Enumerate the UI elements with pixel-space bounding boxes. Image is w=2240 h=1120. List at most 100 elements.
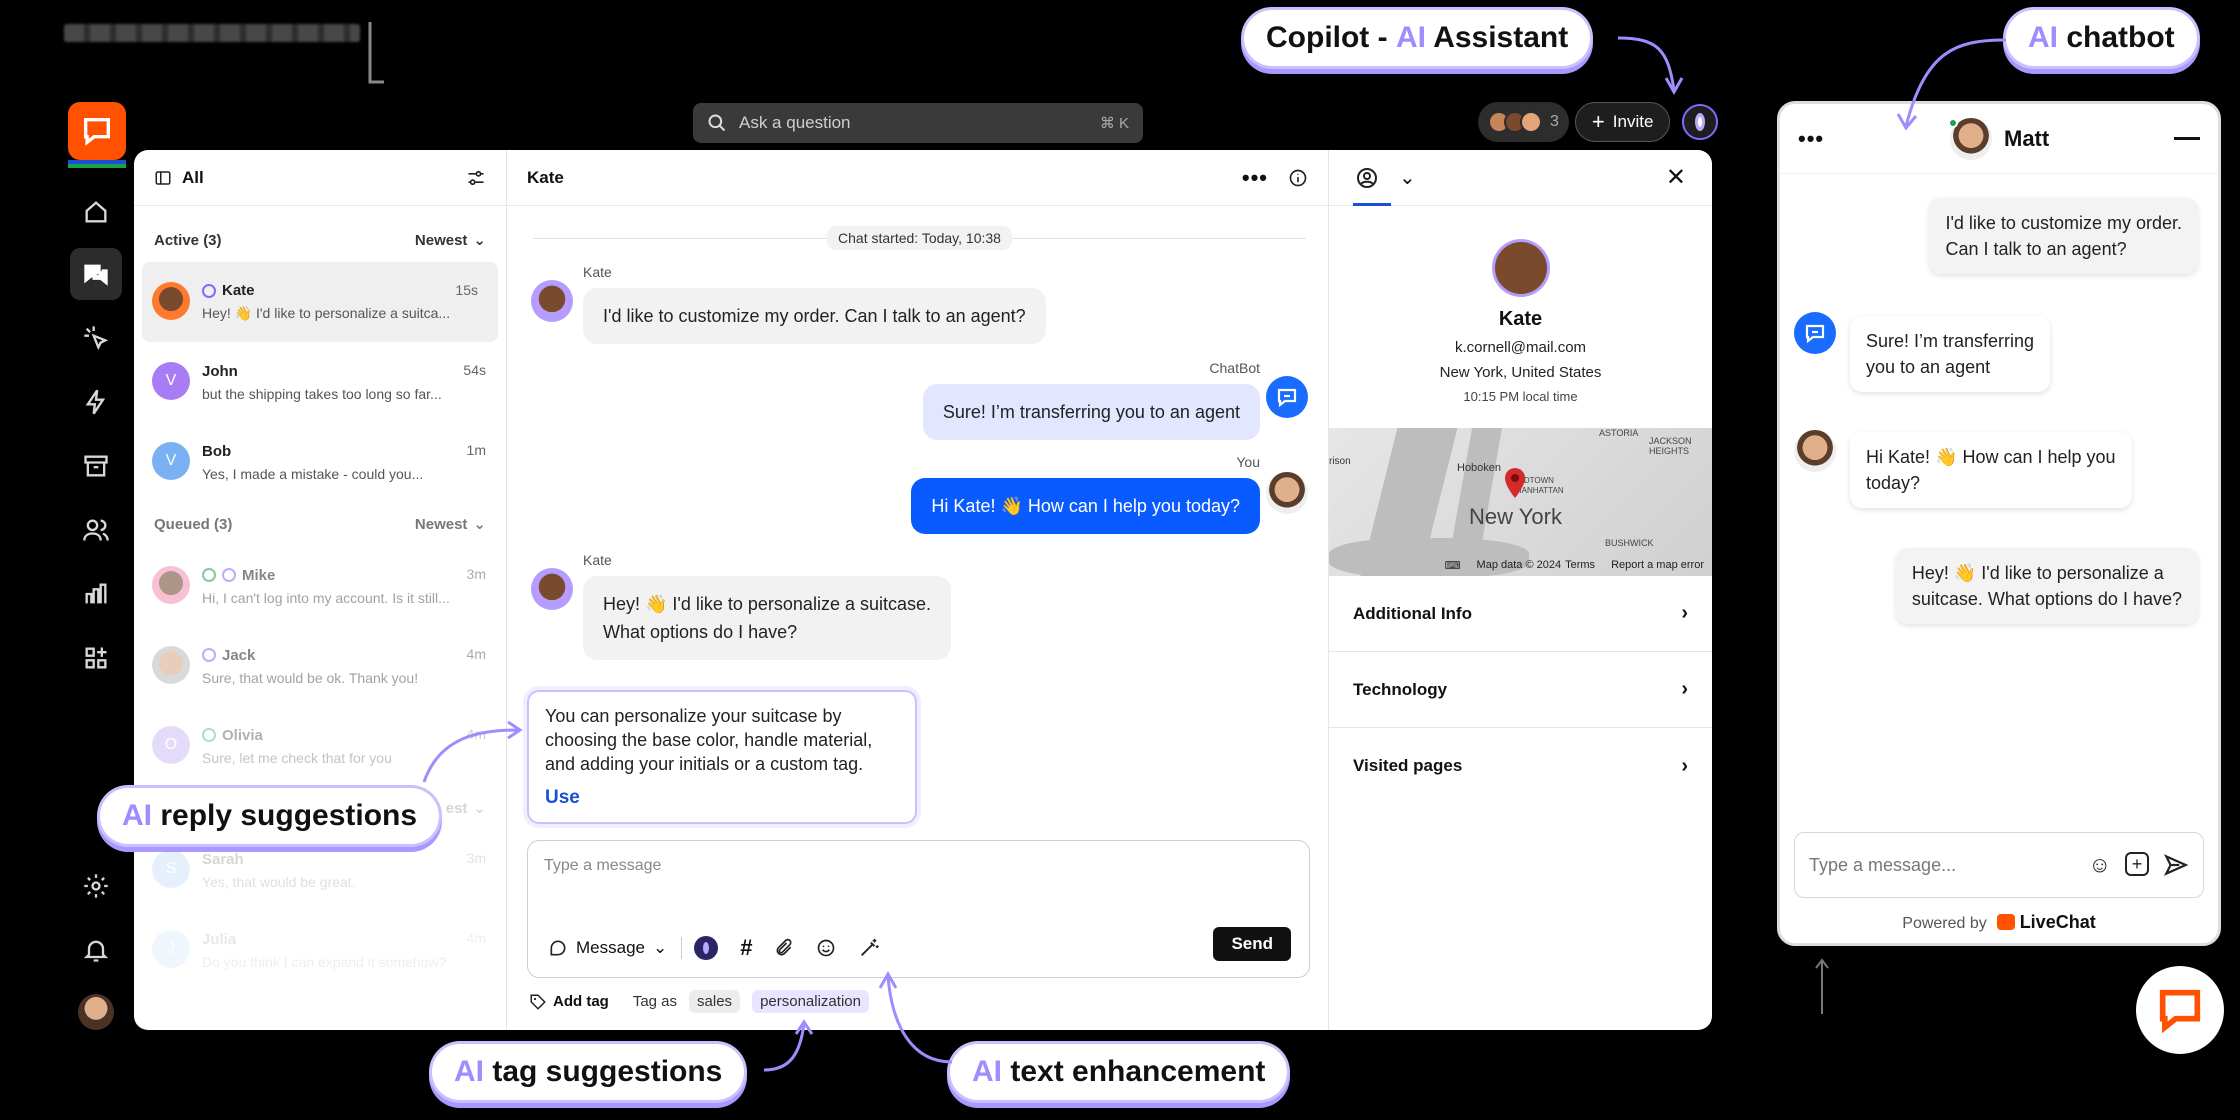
- message-composer[interactable]: Type a message Message ⌄ # Send: [527, 840, 1310, 978]
- send-icon[interactable]: [2163, 852, 2189, 878]
- ai-reply-suggestion[interactable]: You can personalize your suitcase by cho…: [527, 690, 917, 824]
- chevron-down-icon: ⌄: [473, 232, 486, 249]
- chat-item-time: 4m: [466, 726, 486, 742]
- agent-avatar-3: [1520, 111, 1542, 133]
- livechat-launcher-button[interactable]: [2136, 966, 2224, 1054]
- close-icon[interactable]: ✕: [1666, 163, 1686, 192]
- widget-message-input[interactable]: Type a message... ☺ +: [1794, 832, 2204, 898]
- active-section-header: Active (3) Newest ⌄: [134, 218, 506, 262]
- chat-item-kate[interactable]: Kate 15s Hey! 👋 I'd like to personalize …: [142, 262, 498, 342]
- callout-text-enhancement: AI text enhancement: [950, 1044, 1288, 1100]
- callout-tag-suggestions: AI tag suggestions: [432, 1044, 745, 1100]
- add-tag-button[interactable]: Add tag: [529, 993, 609, 1011]
- lightning-icon[interactable]: [70, 376, 122, 428]
- filter-icon[interactable]: [466, 168, 486, 188]
- map-city-label: New York: [1469, 504, 1562, 529]
- chat-item-olivia[interactable]: O Olivia 4m Sure, let me check that for …: [134, 706, 506, 786]
- tag-chip-personalization[interactable]: personalization: [752, 990, 869, 1013]
- invite-label: Invite: [1612, 112, 1654, 131]
- map-report-link[interactable]: Report a map error: [1611, 559, 1704, 572]
- corner-connector: [368, 22, 384, 84]
- location-map[interactable]: rison Hoboken MIDTOWN MANHATTAN ASTORIA …: [1329, 428, 1712, 576]
- chats-icon[interactable]: [70, 248, 122, 300]
- bell-icon[interactable]: [70, 924, 122, 976]
- chat-item-name: Kate: [202, 282, 478, 299]
- accordion-technology[interactable]: Technology ›: [1329, 652, 1712, 728]
- agents-group[interactable]: 3: [1478, 102, 1569, 142]
- map-terms-link[interactable]: Terms: [1565, 559, 1595, 572]
- chat-item-preview: Yes, I made a mistake - could you...: [202, 465, 424, 482]
- chat-item-jack[interactable]: Jack 4m Sure, that would be ok. Thank yo…: [134, 626, 506, 706]
- powered-by-brand[interactable]: LiveChat: [2020, 912, 2096, 932]
- callout-ai: AI: [122, 799, 152, 832]
- message-mode-dropdown[interactable]: Message ⌄: [548, 938, 667, 958]
- message-line: Hey! 👋 I'd like to personalize a: [1911, 563, 2164, 583]
- agent-avatar[interactable]: [70, 986, 122, 1038]
- olivia-avatar: O: [152, 726, 190, 764]
- section-title: Technology: [1353, 679, 1448, 699]
- emoji-icon[interactable]: [816, 938, 836, 958]
- faded-sort: est ⌄: [446, 799, 486, 818]
- msg-author: You: [1236, 454, 1260, 470]
- chevron-down-icon: ⌄: [473, 800, 486, 817]
- add-attachment-icon[interactable]: +: [2125, 852, 2149, 876]
- more-icon[interactable]: •••: [1798, 126, 1824, 152]
- chat-item-time: 3m: [466, 850, 486, 866]
- cursor-click-icon[interactable]: [70, 312, 122, 364]
- top-right-controls: 3 + Invite: [1478, 102, 1719, 142]
- magic-wand-icon[interactable]: [858, 937, 880, 959]
- bot-icon: [1805, 324, 1825, 344]
- olivia-name: Olivia: [222, 726, 263, 744]
- apps-icon[interactable]: [70, 632, 122, 684]
- settings-icon[interactable]: [70, 860, 122, 912]
- message-line: you to an agent: [1866, 357, 1991, 377]
- attachment-icon[interactable]: [774, 938, 794, 958]
- chat-item-mike[interactable]: Mike 3m Hi, I can't log into my account.…: [134, 546, 506, 626]
- chat-item-bob[interactable]: V Bob 1m Yes, I made a mistake - could y…: [134, 422, 506, 502]
- accordion-additional-info[interactable]: Additional Info ›: [1329, 576, 1712, 652]
- tag-chip-sales[interactable]: sales: [689, 990, 741, 1013]
- archive-icon[interactable]: [70, 440, 122, 492]
- message-mode-label: Message: [576, 938, 645, 957]
- matt-avatar: [1948, 117, 1992, 160]
- widget-header: ••• Matt: [1780, 104, 2218, 174]
- customer-name: Kate: [1498, 308, 1543, 330]
- copilot-button[interactable]: [1682, 104, 1719, 140]
- use-suggestion-button[interactable]: Use: [545, 786, 899, 810]
- chat-item-julia[interactable]: J Julia 4m Do you think I can expand it …: [134, 910, 506, 990]
- customer-tab-icon[interactable]: [1355, 166, 1379, 190]
- queued-label: Queued (3): [154, 515, 233, 533]
- callout-chatbot: AI chatbot: [2006, 10, 2197, 66]
- more-icon[interactable]: •••: [1242, 165, 1268, 191]
- callout-text: reply suggestions: [152, 799, 418, 832]
- chat-started-divider: Chat started: Today, 10:38: [533, 226, 1306, 250]
- messenger-icon: [202, 648, 216, 662]
- emoji-icon[interactable]: ☺: [2089, 852, 2111, 878]
- send-button[interactable]: Send: [1213, 927, 1291, 961]
- active-sort-dropdown[interactable]: Newest ⌄: [415, 231, 486, 250]
- chat-item-john[interactable]: V John 54s but the shipping takes too lo…: [134, 342, 506, 422]
- left-rail: [60, 92, 132, 1052]
- users-icon[interactable]: [70, 504, 122, 556]
- message-line: Hi Kate! 👋 How can I help you: [1866, 447, 2116, 467]
- queued-sort-dropdown[interactable]: Newest ⌄: [415, 515, 486, 534]
- accordion-visited-pages[interactable]: Visited pages ›: [1329, 728, 1712, 804]
- msg-author: Kate: [583, 552, 612, 568]
- info-icon[interactable]: [1288, 168, 1308, 188]
- hashtag-icon[interactable]: #: [740, 935, 752, 961]
- tag-as-label: Tag as: [632, 993, 678, 1010]
- invite-button[interactable]: + Invite: [1574, 102, 1671, 142]
- copilot-icon[interactable]: [694, 936, 719, 960]
- minimize-icon[interactable]: [2174, 137, 2200, 140]
- home-icon[interactable]: [70, 186, 122, 238]
- chevron-down-icon[interactable]: ⌄: [1399, 165, 1416, 190]
- keyboard-icon: ⌨: [1444, 560, 1461, 572]
- reports-icon[interactable]: [70, 568, 122, 620]
- messenger-icon: [222, 568, 236, 582]
- message-bubble: Hey! 👋 I'd like to personalize a suitcas…: [583, 576, 951, 660]
- message-bubble: Hi Kate! 👋 How can I help you today?: [911, 478, 1260, 534]
- ask-question-search[interactable]: Ask a question ⌘ K: [693, 103, 1143, 143]
- msg-author: ChatBot: [1209, 360, 1260, 376]
- sidebar-toggle-icon[interactable]: [154, 169, 172, 187]
- jack-avatar: [152, 646, 190, 684]
